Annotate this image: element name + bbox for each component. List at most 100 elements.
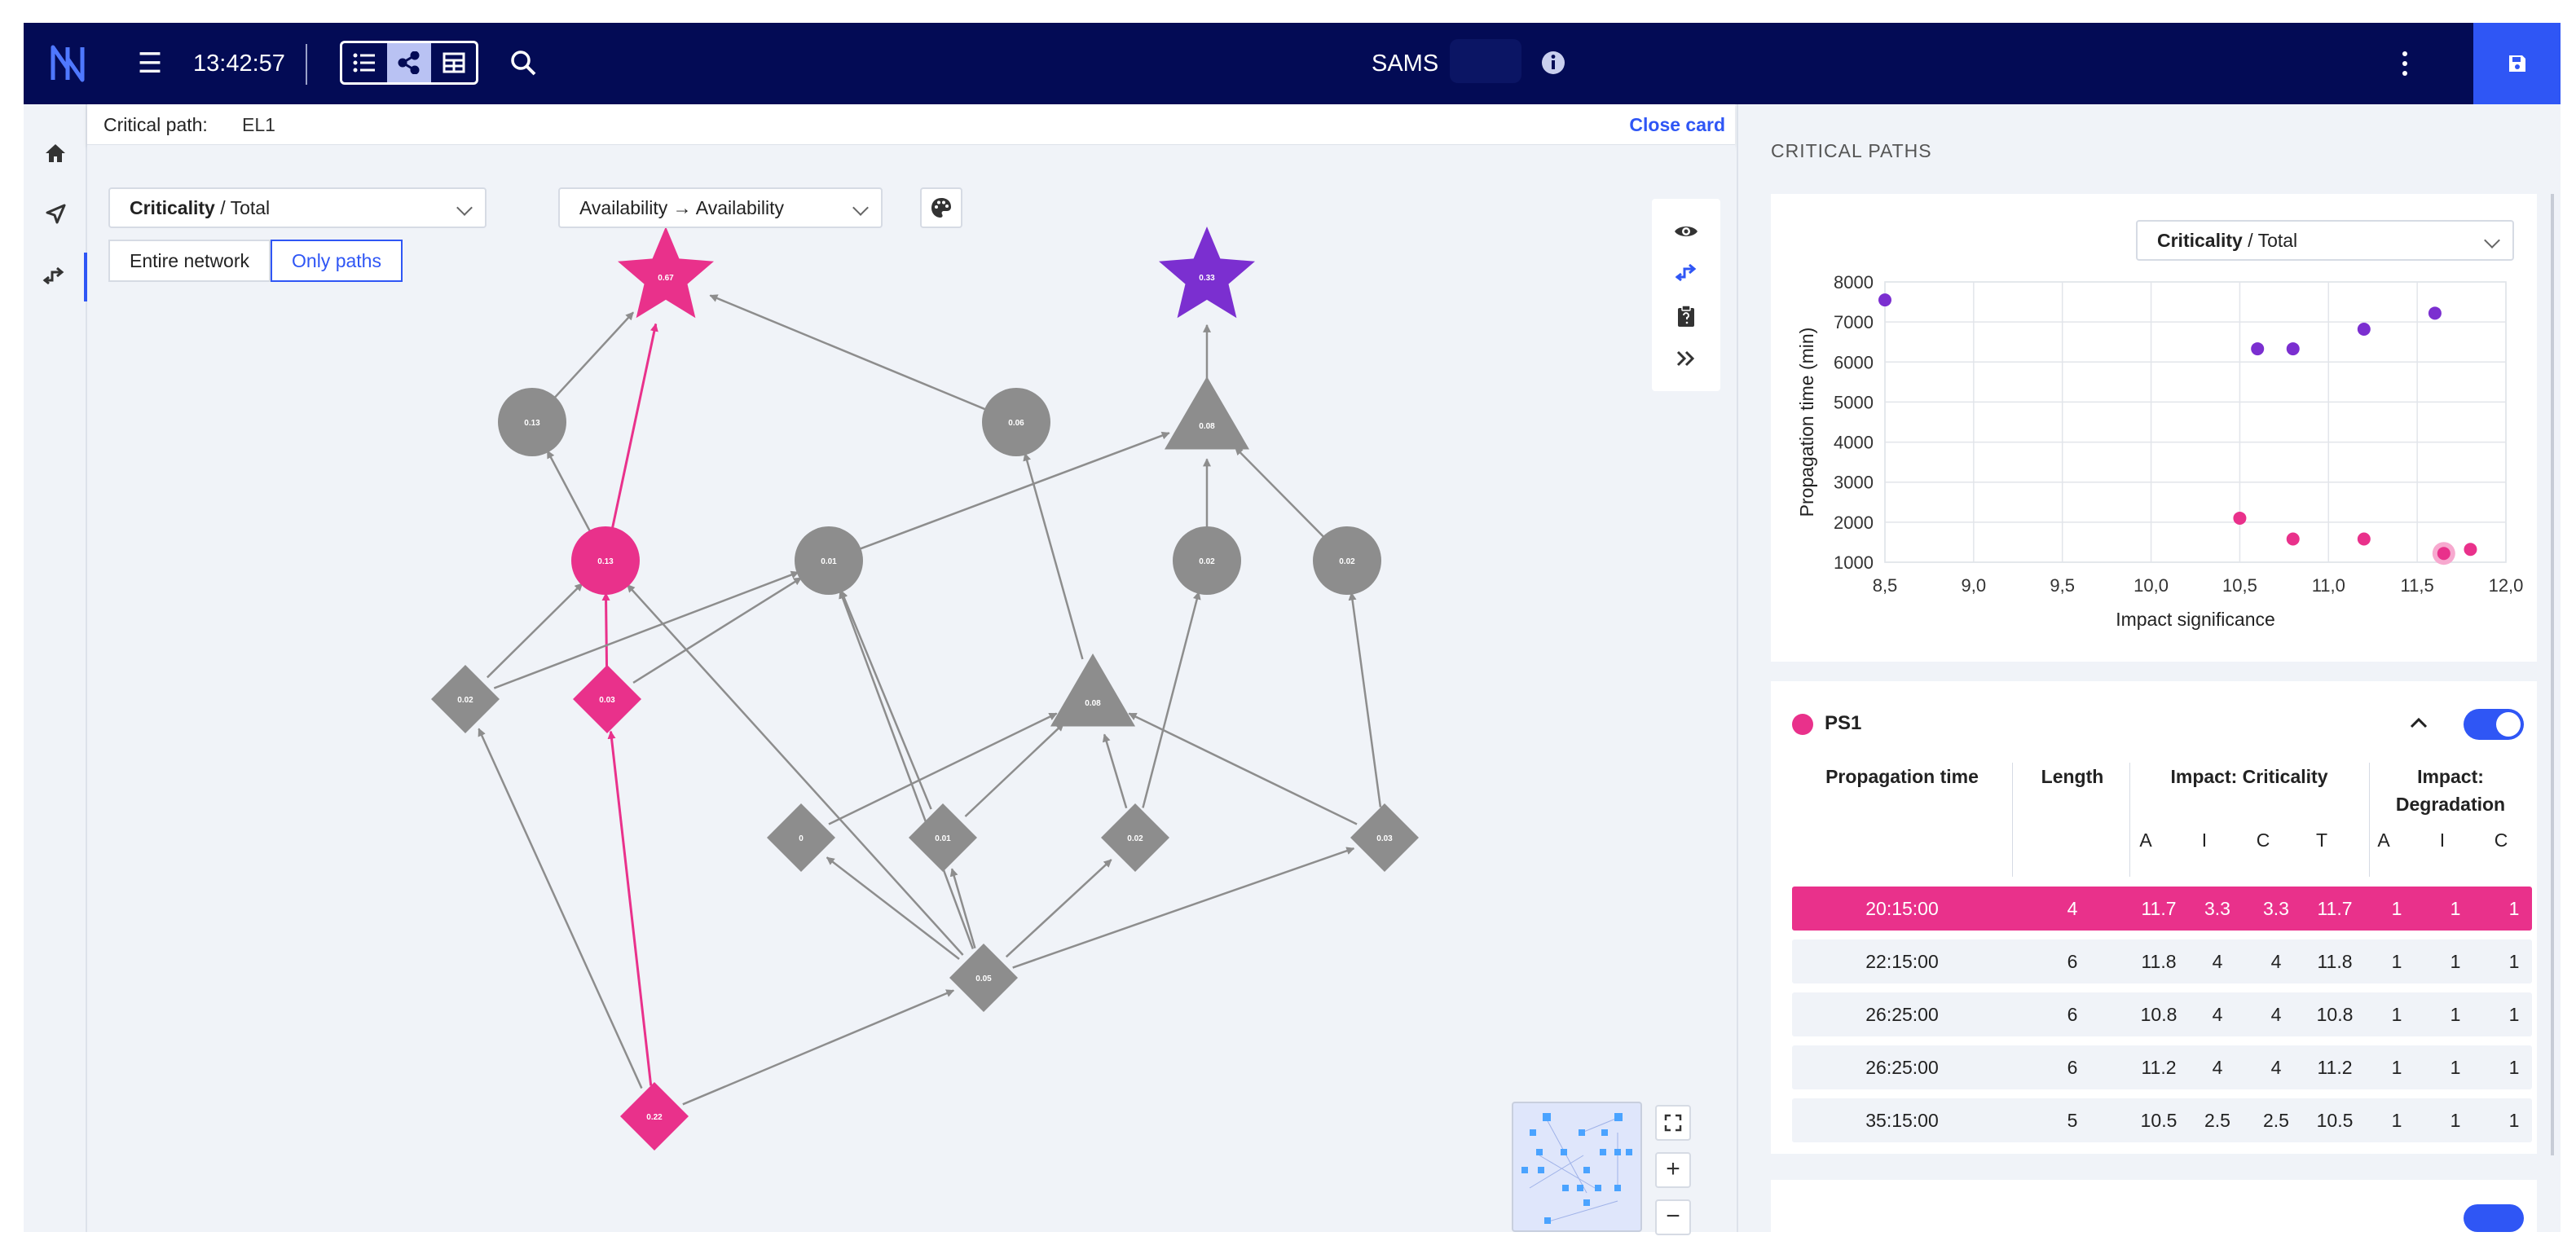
left-rail [24, 104, 87, 1232]
search-icon[interactable] [504, 44, 544, 83]
scatter-point[interactable] [2251, 342, 2265, 356]
zoom-out-button[interactable]: − [1655, 1199, 1691, 1235]
share-icon [398, 51, 420, 74]
availability-dropdown[interactable]: Availability → Availability [558, 187, 883, 228]
x-tick-label: 9,0 [1962, 575, 1987, 596]
fullscreen-button[interactable] [1655, 1105, 1691, 1141]
zoom-in-button[interactable]: + [1655, 1152, 1691, 1188]
clipboard-icon [1678, 305, 1694, 327]
table-view-button[interactable] [431, 43, 476, 82]
graph-node-diamond[interactable]: 0.05 [949, 944, 1018, 1012]
graph-edge [610, 323, 658, 531]
rail-item-home[interactable] [24, 129, 87, 178]
network-graph[interactable]: 0.67 0.33 0.13 0.06 0.08 0.13 0.01 0.02 0.02 0.02… [87, 145, 1735, 1232]
expand-panel-button[interactable] [1668, 341, 1704, 376]
table-row[interactable]: 26:25:00 6 11.2 4 4 11.2 1 1 1 [1792, 1045, 2532, 1089]
table-cell: 26:25:00 [1865, 1004, 1939, 1025]
chevron-up-icon[interactable] [2408, 712, 2429, 733]
hamburger-menu-icon[interactable]: ☰ [133, 47, 167, 81]
graph-node-diamond[interactable]: 0.03 [1350, 803, 1419, 872]
table-row[interactable]: 26:25:00 6 10.8 4 4 10.8 1 1 1 [1792, 992, 2532, 1036]
app-selector[interactable] [1450, 39, 1521, 83]
scatter-point[interactable] [2437, 547, 2451, 561]
x-tick-label: 12,0 [2489, 575, 2524, 596]
next-path-set-toggle[interactable] [2464, 1204, 2524, 1232]
graph-minimap[interactable] [1512, 1102, 1642, 1232]
graph-node-diamond[interactable]: 0 [767, 803, 835, 872]
table-cell: 4 [2067, 898, 2078, 919]
table-cell: 1 [2391, 1057, 2402, 1078]
graph-node-circle[interactable]: 0.13 [498, 388, 566, 456]
graph-node-diamond[interactable]: 0.03 [573, 665, 641, 733]
critical-path-label: Critical path: [103, 114, 208, 135]
table-cell: 11.2 [2141, 1057, 2177, 1078]
scatter-point[interactable] [2233, 511, 2247, 525]
table-row[interactable]: 22:15:00 6 11.8 4 4 11.8 1 1 1 [1792, 939, 2532, 983]
chart-criticality-dropdown[interactable]: Criticality / Total [2136, 220, 2514, 261]
header-impact-degradation-1: Impact: [2417, 766, 2484, 787]
entire-network-button[interactable]: Entire network [108, 240, 271, 282]
table-cell: 11.8 [2317, 951, 2353, 972]
save-button[interactable] [2473, 23, 2561, 104]
chart-dropdown-main: Criticality [2157, 230, 2243, 251]
only-paths-button[interactable]: Only paths [271, 240, 403, 282]
scatter-chart[interactable]: 8,5 9,0 9,5 10,0 10,5 11,0 11,5 12,0 8000 7000 600… [1771, 194, 2537, 662]
graph-node-star[interactable]: 0.33 [1159, 227, 1255, 319]
graph-node-circle[interactable]: 0.02 [1313, 526, 1381, 595]
graph-node-label: 0.03 [1376, 834, 1393, 843]
table-cell: 1 [2391, 898, 2402, 919]
graph-view-button[interactable] [386, 43, 432, 82]
scatter-point[interactable] [2464, 543, 2477, 557]
paths-tool-button[interactable] [1668, 256, 1704, 292]
next-path-set-card [1771, 1180, 2537, 1232]
scatter-point[interactable] [2286, 342, 2300, 356]
critical-path-value: EL1 [242, 114, 275, 135]
table-cell: 10.5 [2316, 1110, 2354, 1131]
visibility-button[interactable] [1668, 213, 1704, 249]
graph-node-label: 0.13 [524, 419, 540, 428]
scatter-point[interactable] [1878, 293, 1891, 307]
path-set-visibility-toggle[interactable] [2464, 709, 2524, 740]
table-row[interactable]: 20:15:00 4 11.7 3.3 3.3 11.7 1 1 1 [1792, 887, 2532, 931]
graph-node-circle[interactable]: 0.01 [795, 526, 863, 595]
table-cell: 6 [2067, 1004, 2078, 1025]
graph-node-star[interactable]: 0.67 [618, 227, 714, 319]
criticality-dropdown-sub: / Total [220, 197, 271, 218]
table-cell: 22:15:00 [1865, 951, 1939, 972]
scatter-point[interactable] [2286, 532, 2300, 546]
scatter-point[interactable] [2357, 532, 2371, 546]
graph-edge [1142, 591, 1201, 808]
info-icon[interactable] [1539, 49, 1567, 77]
palette-button[interactable] [920, 187, 962, 228]
chevron-down-icon [852, 200, 869, 216]
table-cell: 3.3 [2263, 898, 2289, 919]
graph-node-shape [1165, 376, 1249, 450]
graph-edge [487, 583, 583, 679]
palette-icon [931, 198, 951, 218]
panel-scrollbar[interactable] [2549, 194, 2556, 1155]
table-cell: 10.8 [2316, 1004, 2354, 1025]
graph-node-diamond[interactable]: 0.02 [1101, 803, 1169, 872]
path-set-card: PS1 Propagation time Length Impact: Crit… [1771, 681, 2537, 1154]
list-view-button[interactable] [342, 43, 387, 82]
rail-item-navigate[interactable] [24, 190, 87, 239]
graph-node-triangle[interactable]: 0.08 [1050, 653, 1135, 727]
graph-node-diamond[interactable]: 0.22 [620, 1082, 689, 1151]
scatter-point[interactable] [2428, 306, 2442, 320]
clipboard-button[interactable] [1668, 298, 1704, 334]
chevron-down-icon [456, 200, 473, 216]
more-options-icon[interactable] [2393, 46, 2416, 81]
send-icon [46, 204, 66, 224]
table-row[interactable]: 35:15:00 5 10.5 2.5 2.5 10.5 1 1 1 [1792, 1098, 2532, 1142]
graph-node-label: 0.13 [597, 557, 614, 566]
close-card-link[interactable]: Close card [1629, 114, 1725, 136]
graph-node-triangle[interactable]: 0.08 [1165, 376, 1249, 450]
rail-item-paths[interactable] [24, 253, 87, 301]
graph-node-label: 0.02 [457, 696, 473, 705]
graph-node-circle[interactable]: 0.06 [982, 388, 1050, 456]
table-cell: 1 [2391, 951, 2402, 972]
criticality-dropdown[interactable]: Criticality / Total [108, 187, 487, 228]
graph-node-circle[interactable]: 0.02 [1173, 526, 1241, 595]
graph-node-circle[interactable]: 0.13 [571, 526, 640, 595]
scatter-point[interactable] [2357, 322, 2371, 336]
